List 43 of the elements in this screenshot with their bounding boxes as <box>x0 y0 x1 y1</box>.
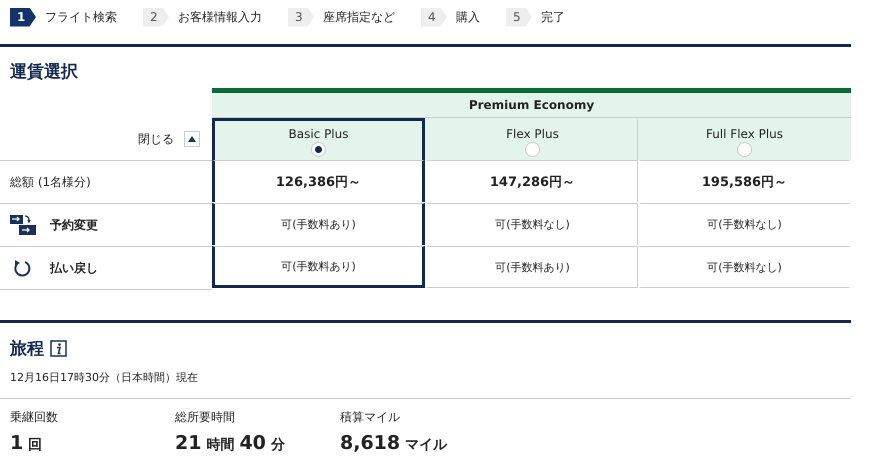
refund-terms: 可(手数料あり) <box>495 260 570 274</box>
info-icon[interactable] <box>50 340 67 357</box>
plan-name: Full Flex Plus <box>706 127 784 141</box>
plan-name: Flex Plus <box>506 127 559 141</box>
close-link[interactable]: 閉じる <box>138 130 174 148</box>
plan-name: Basic Plus <box>288 127 348 141</box>
step-number: 3 <box>288 8 314 26</box>
step-number: 2 <box>143 8 169 26</box>
step-label: お客様情報入力 <box>178 8 262 26</box>
cabin-header: Premium Economy <box>212 88 851 118</box>
collapse-button[interactable] <box>184 131 200 147</box>
step-label: 購入 <box>456 8 480 26</box>
stat-value: 21 時間 40 分 <box>175 432 286 454</box>
row-label: 総額 (1名様分) <box>10 174 91 190</box>
change-terms: 可(手数料なし) <box>707 217 782 232</box>
refund-terms: 可(手数料あり) <box>281 258 356 274</box>
stat-label: 乗継回数 <box>10 409 59 426</box>
step-number: 4 <box>421 8 447 26</box>
step-label: 完了 <box>541 8 565 26</box>
plan-radio[interactable] <box>311 142 326 157</box>
section-title: 旅程 <box>10 338 44 360</box>
plan-radio[interactable] <box>525 142 540 157</box>
step-label: 座席指定など <box>323 8 395 26</box>
flight-change-icon <box>10 214 36 236</box>
price-text: 147,286円～ <box>490 174 576 190</box>
stat-label: 積算マイル <box>340 409 401 426</box>
up-triangle-icon <box>188 136 196 142</box>
price-text: 126,386円～ <box>276 174 362 190</box>
stat-label: 総所要時間 <box>175 409 236 426</box>
step-number: 1 <box>10 8 36 26</box>
stat-value: 8,618 マイル <box>340 432 448 454</box>
change-terms: 可(手数料なし) <box>495 217 570 232</box>
refund-terms: 可(手数料なし) <box>707 260 782 274</box>
plan-radio[interactable] <box>737 142 752 157</box>
step-number: 5 <box>506 8 532 26</box>
price-text: 195,586円～ <box>702 174 788 190</box>
step-label: フライト検索 <box>45 8 117 26</box>
row-label: 予約変更 <box>50 216 98 234</box>
row-label: 払い戻し <box>50 260 98 276</box>
section-title: 運賃選択 <box>10 61 79 84</box>
change-terms: 可(手数料あり) <box>281 217 356 232</box>
stat-value: 1 回 <box>10 432 44 454</box>
timestamp-text: 12月16日17時30分（日本時間）現在 <box>10 370 199 385</box>
